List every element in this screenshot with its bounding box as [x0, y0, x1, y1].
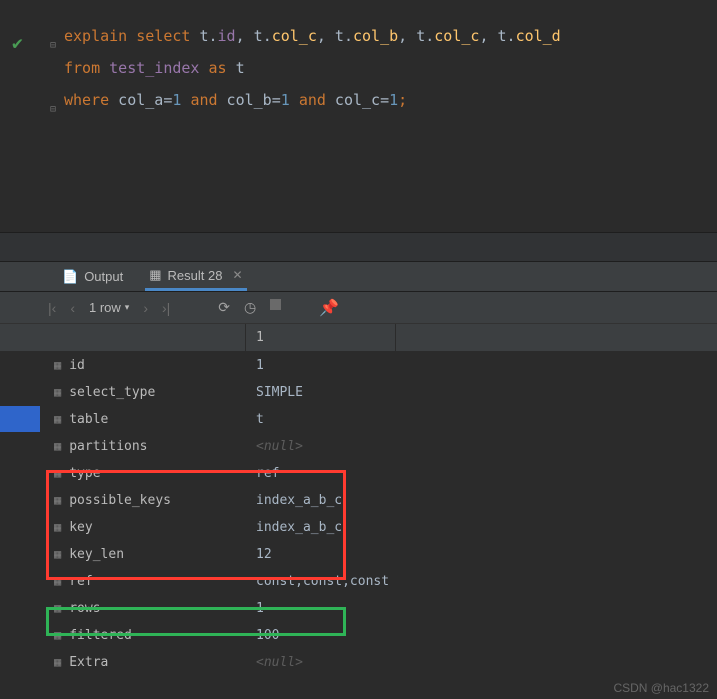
row-value[interactable]: <null>	[246, 433, 396, 459]
table-row[interactable]: ▦id1	[0, 352, 717, 379]
ide-window: ✔ ⊟ ⊟ explain select t.id, t.col_c, t.co…	[0, 0, 717, 699]
column-icon: ▦	[54, 547, 61, 561]
table-row[interactable]: ▦rows1	[0, 595, 717, 622]
last-page-icon[interactable]: ›|	[162, 300, 170, 316]
row-label: ▦type	[46, 466, 246, 481]
column-icon: ▦	[54, 655, 61, 669]
column-icon: ▦	[54, 520, 61, 534]
row-label: ▦possible_keys	[46, 493, 246, 508]
row-count[interactable]: 1 row ▾	[89, 300, 129, 315]
row-value[interactable]: const,const,const	[246, 568, 396, 594]
row-label: ▦filtered	[46, 628, 246, 643]
table-row[interactable]: ▦possible_keysindex_a_b_c	[0, 487, 717, 514]
row-value[interactable]: <null>	[246, 649, 396, 675]
row-value[interactable]: t	[246, 406, 396, 432]
row-label: ▦ref	[46, 574, 246, 589]
row-label: ▦partitions	[46, 439, 246, 454]
watermark: CSDN @hac1322	[613, 681, 709, 695]
grid-header-name	[46, 324, 246, 351]
column-icon: ▦	[54, 385, 61, 399]
row-label: ▦key_len	[46, 547, 246, 562]
table-row[interactable]: ▦select_typeSIMPLE	[0, 379, 717, 406]
tab-result-label: Result 28	[168, 268, 223, 283]
column-icon: ▦	[54, 601, 61, 615]
grid-icon: ▦	[149, 267, 161, 283]
panel-spacer	[0, 232, 717, 262]
refresh-icon[interactable]: ⟳	[218, 299, 230, 316]
column-icon: ▦	[54, 493, 61, 507]
prev-page-icon[interactable]: ‹	[70, 300, 75, 316]
result-grid: 1 ▦id1▦select_typeSIMPLE▦tablet▦partitio…	[0, 324, 717, 676]
nav-group: |‹ ‹ 1 row ▾ › ›|	[48, 300, 170, 316]
action-group: ⟳ ◷	[218, 299, 281, 316]
sql-editor[interactable]: ✔ ⊟ ⊟ explain select t.id, t.col_c, t.co…	[0, 0, 717, 232]
clock-icon[interactable]: ◷	[244, 299, 256, 316]
table-row[interactable]: ▦typeref	[0, 460, 717, 487]
table-row[interactable]: ▦tablet	[0, 406, 717, 433]
column-icon: ▦	[54, 628, 61, 642]
row-label: ▦Extra	[46, 655, 246, 670]
column-icon: ▦	[54, 439, 61, 453]
column-icon: ▦	[54, 358, 61, 372]
row-label: ▦key	[46, 520, 246, 535]
table-row[interactable]: ▦key_len12	[0, 541, 717, 568]
row-label: ▦rows	[46, 601, 246, 616]
editor-gutter: ✔	[0, 0, 46, 232]
first-page-icon[interactable]: |‹	[48, 300, 56, 316]
row-value[interactable]: SIMPLE	[246, 379, 396, 405]
tab-output-label: Output	[84, 269, 123, 284]
result-tabs: 📄 Output ▦ Result 28 ✕	[0, 262, 717, 292]
row-value[interactable]: ref	[246, 460, 396, 486]
grid-header: 1	[0, 324, 717, 352]
table-row[interactable]: ▦filtered100	[0, 622, 717, 649]
table-row[interactable]: ▦refconst,const,const	[0, 568, 717, 595]
tab-output[interactable]: 📄 Output	[58, 262, 127, 291]
column-icon: ▦	[54, 574, 61, 588]
stop-icon[interactable]	[270, 299, 281, 310]
table-row[interactable]: ▦partitions<null>	[0, 433, 717, 460]
fold-icon[interactable]: ⊟	[50, 30, 56, 62]
row-value[interactable]: index_a_b_c	[246, 487, 396, 513]
row-value[interactable]: 100	[246, 622, 396, 648]
output-icon: 📄	[62, 269, 78, 285]
row-label: ▦select_type	[46, 385, 246, 400]
row-value[interactable]: 1	[246, 595, 396, 621]
close-icon[interactable]: ✕	[232, 268, 242, 282]
row-label: ▦table	[46, 412, 246, 427]
next-page-icon[interactable]: ›	[143, 300, 148, 316]
result-toolbar: |‹ ‹ 1 row ▾ › ›| ⟳ ◷ 📌	[0, 292, 717, 324]
tab-result[interactable]: ▦ Result 28 ✕	[145, 262, 246, 291]
table-row[interactable]: ▦Extra<null>	[0, 649, 717, 676]
row-label: ▦id	[46, 358, 246, 373]
row-value[interactable]: 12	[246, 541, 396, 567]
sql-code[interactable]: explain select t.id, t.col_c, t.col_b, t…	[64, 20, 717, 116]
column-icon: ▦	[54, 412, 61, 426]
pin-icon[interactable]: 📌	[319, 298, 339, 318]
chevron-down-icon: ▾	[125, 302, 130, 313]
row-value[interactable]: index_a_b_c	[246, 514, 396, 540]
checkmark-icon: ✔	[12, 28, 23, 60]
table-row[interactable]: ▦keyindex_a_b_c	[0, 514, 717, 541]
column-icon: ▦	[54, 466, 61, 480]
fold-icon[interactable]: ⊟	[50, 94, 56, 126]
grid-header-col1[interactable]: 1	[246, 324, 396, 351]
row-value[interactable]: 1	[246, 352, 396, 378]
